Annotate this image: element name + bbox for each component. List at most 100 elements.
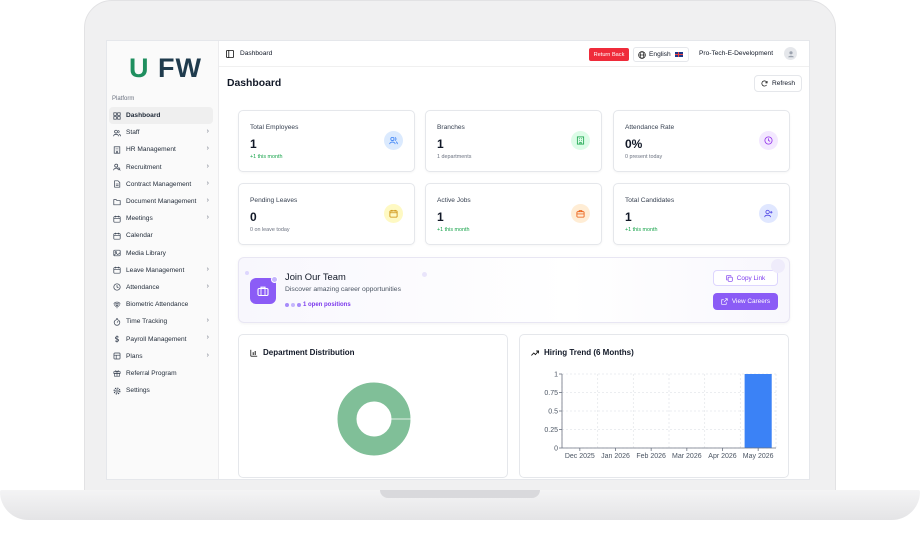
nav-icon <box>112 266 121 275</box>
sidebar-item-time-tracking[interactable]: Time Tracking › <box>107 313 219 330</box>
clock-icon <box>112 283 121 292</box>
calendar-icon <box>112 215 121 223</box>
sidebar-item-referral-program[interactable]: Referral Program <box>107 365 219 382</box>
briefcase-icon <box>257 286 269 297</box>
sidebar-item-label: Leave Management <box>126 266 185 274</box>
stat-card-branches: Branches 1 1 departments <box>425 110 602 172</box>
notification-dot <box>271 276 278 283</box>
nav-icon <box>112 128 121 137</box>
sidebar-item-label: Attendance <box>126 283 160 291</box>
stat-card-total-employees: Total Employees 1 +1 this month <box>238 110 415 172</box>
copy-icon <box>726 274 733 282</box>
sidebar-item-calendar[interactable]: Calendar <box>107 227 219 244</box>
nav-icon <box>112 145 121 154</box>
avatar[interactable] <box>784 47 797 60</box>
sidebar: U FW Platform Dashboard Staff › HR Manageme… <box>107 41 219 479</box>
nav-icon <box>112 335 121 344</box>
chevron-right-icon: › <box>206 282 209 290</box>
gear-icon <box>113 387 120 395</box>
chevron-right-icon: › <box>206 351 209 359</box>
sidebar-item-label: Recruitment <box>126 163 162 171</box>
chevron-right-icon: › <box>206 214 209 222</box>
chevron-right-icon: › <box>206 162 209 170</box>
sidebar-item-attendance[interactable]: Attendance › <box>107 279 219 296</box>
sidebar-item-settings[interactable]: Settings <box>107 382 219 399</box>
language-select[interactable]: English <box>633 47 689 62</box>
stat-icon-badge <box>759 204 778 223</box>
x-tick-label: Jan 2026 <box>601 453 630 460</box>
sidebar-item-dashboard[interactable]: Dashboard <box>109 107 213 125</box>
x-tick-label: Dec 2025 <box>565 453 595 460</box>
user-name[interactable]: Pro-Tech-E-Development <box>699 50 773 57</box>
folder-icon <box>112 198 121 205</box>
logo[interactable]: U FW <box>129 53 202 84</box>
globe-icon <box>638 50 646 59</box>
stat-label: Total Employees <box>250 124 299 131</box>
users-icon <box>389 136 398 145</box>
y-tick-label: 1 <box>554 372 558 379</box>
sidebar-item-label: Staff <box>126 129 140 137</box>
dot <box>297 303 301 307</box>
nav-icon <box>112 352 121 361</box>
stat-sub: 0 present today <box>625 154 663 160</box>
sidebar-item-document-management[interactable]: Document Management › <box>107 193 219 210</box>
bar[interactable] <box>744 374 772 448</box>
return-back-button[interactable]: Return Back <box>589 48 629 61</box>
sidebar-item-meetings[interactable]: Meetings › <box>107 210 219 227</box>
stat-value: 0% <box>625 137 643 151</box>
sidebar-item-biometric-attendance[interactable]: Biometric Attendance <box>107 296 219 313</box>
open-positions-label[interactable]: 1 open positions <box>303 302 351 308</box>
breadcrumb[interactable]: Dashboard <box>240 50 272 57</box>
sidebar-section-label: Platform <box>112 96 135 102</box>
grid-icon <box>112 112 121 120</box>
sidebar-toggle-icon[interactable] <box>226 50 234 58</box>
sidebar-item-contract-management[interactable]: Contract Management › <box>107 176 219 193</box>
sidebar-item-label: Payroll Management <box>126 335 187 343</box>
chevron-right-icon: › <box>206 317 209 325</box>
join-description: Discover amazing career opportunities <box>285 286 401 293</box>
stat-label: Pending Leaves <box>250 197 298 204</box>
sidebar-item-label: Time Tracking <box>126 318 168 326</box>
user-plus-icon <box>764 209 773 218</box>
nav-icon <box>112 317 121 326</box>
nav-icon <box>112 231 121 240</box>
sidebar-item-label: HR Management <box>126 146 176 154</box>
join-our-team-banner: Join Our Team Discover amazing career op… <box>238 257 790 323</box>
sidebar-item-leave-management[interactable]: Leave Management › <box>107 262 219 279</box>
chevron-right-icon: › <box>206 334 209 342</box>
topbar: Dashboard Return Back English Pro-Tech-E… <box>219 41 809 67</box>
dot <box>285 303 289 307</box>
logo-fw: FW <box>158 53 202 83</box>
language-label: English <box>649 51 671 58</box>
copy-link-button[interactable]: Copy Link <box>713 270 778 286</box>
nav-icon <box>112 283 121 292</box>
decorative-circle <box>245 271 249 275</box>
fingerprint-icon <box>112 301 121 308</box>
stat-card-attendance-rate: Attendance Rate 0% 0 present today <box>613 110 790 172</box>
sidebar-item-plans[interactable]: Plans › <box>107 348 219 365</box>
sidebar-item-media-library[interactable]: Media Library <box>107 245 219 262</box>
sidebar-item-label: Referral Program <box>126 369 177 377</box>
sidebar-item-staff[interactable]: Staff › <box>107 124 219 141</box>
view-careers-button[interactable]: View Careers <box>713 293 778 310</box>
sidebar-item-recruitment[interactable]: Recruitment › <box>107 159 219 176</box>
stat-value: 1 <box>250 137 257 151</box>
building-icon <box>113 146 120 154</box>
stat-icon-badge <box>571 204 590 223</box>
stat-icon-badge <box>571 131 590 150</box>
stat-label: Total Candidates <box>625 197 675 204</box>
hiring-trend-bar-chart: 0 0.25 0.5 0.75 1 Dec 2025 Jan 2026 Feb 2026 Mar… <box>544 372 777 460</box>
sidebar-item-hr-management[interactable]: HR Management › <box>107 141 219 158</box>
sidebar-item-payroll-management[interactable]: Payroll Management › <box>107 330 219 347</box>
external-link-icon <box>721 298 728 305</box>
y-tick-label: 0 <box>554 446 558 453</box>
main-content: Dashboard Return Back English Pro-Tech-E… <box>219 41 809 479</box>
sidebar-item-label: Biometric Attendance <box>126 301 189 309</box>
dollar-icon <box>114 335 119 343</box>
department-distribution-panel: Department Distribution <box>238 334 508 478</box>
uk-flag-icon <box>674 52 683 57</box>
progress-dots <box>285 303 303 307</box>
refresh-button[interactable]: Refresh <box>754 75 802 92</box>
app-screen: U FW Platform Dashboard Staff › HR Manageme… <box>106 40 810 480</box>
y-tick-label: 0.75 <box>544 390 558 397</box>
